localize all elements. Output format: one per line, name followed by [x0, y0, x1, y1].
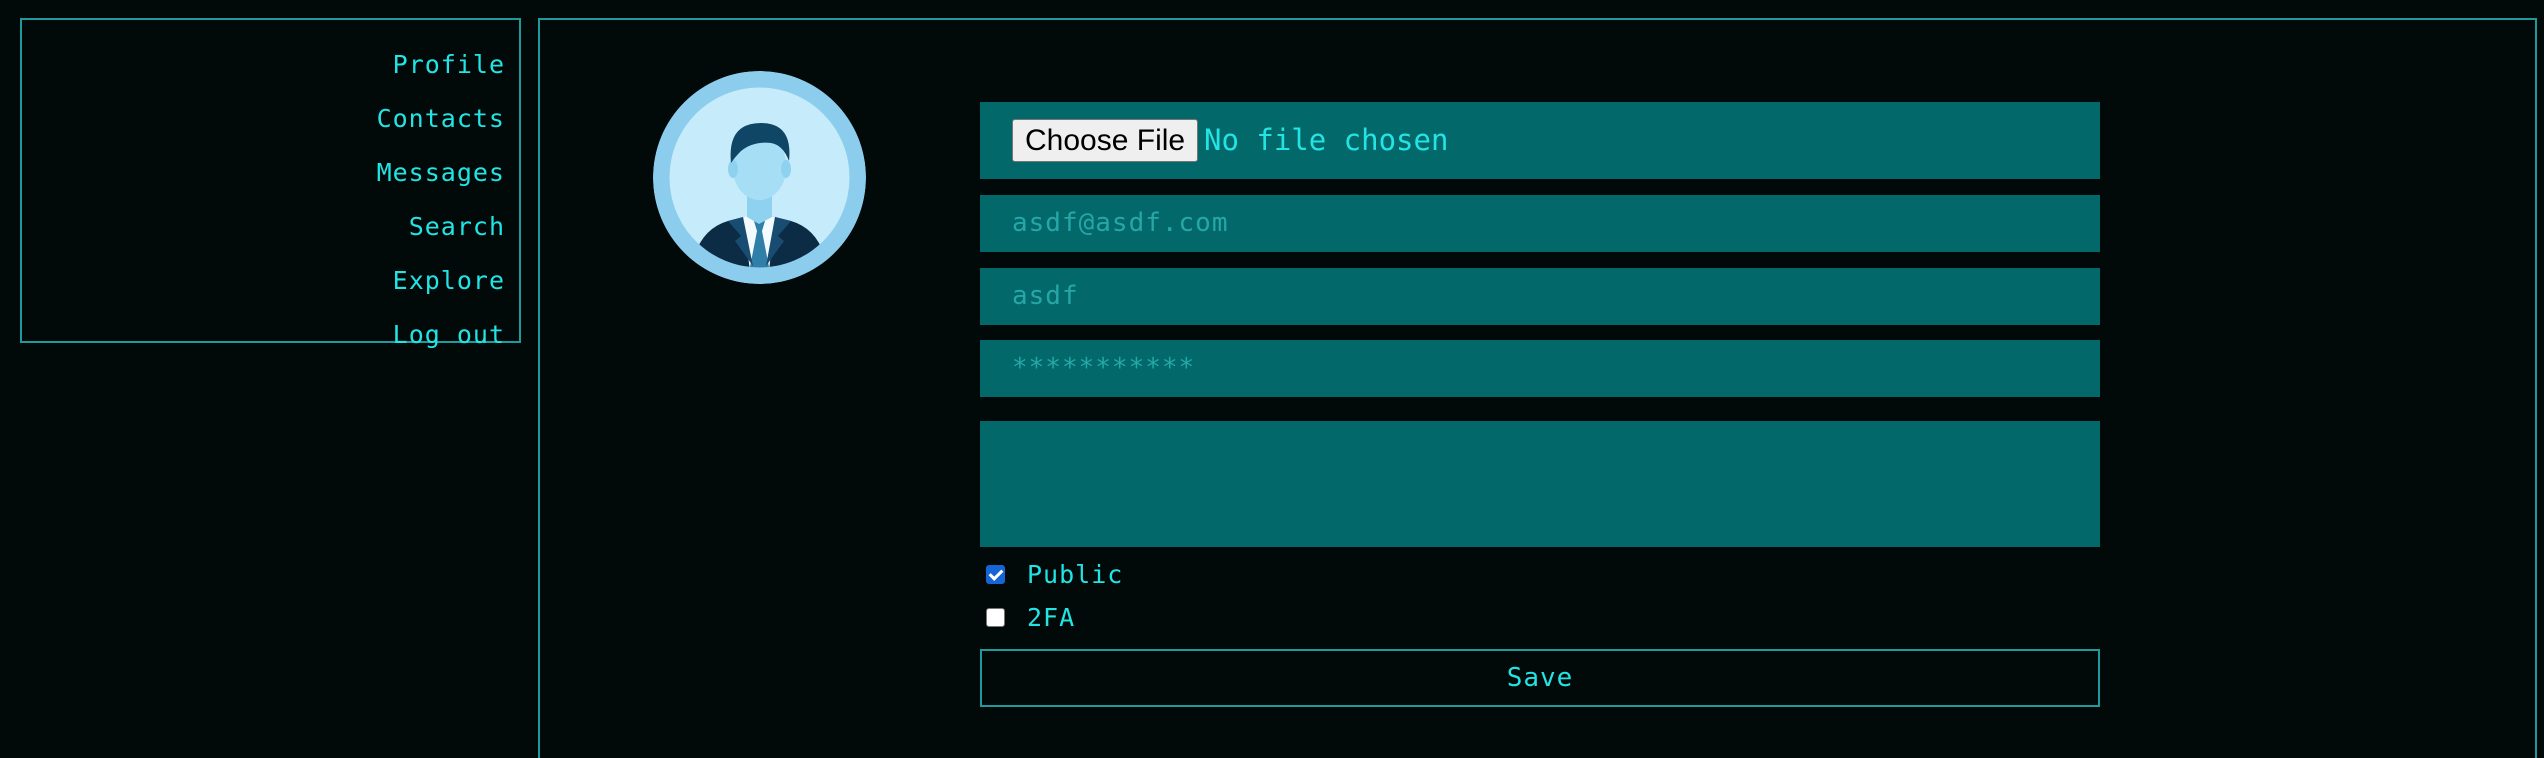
sidebar-nav: Profile Contacts Messages Search Explore… — [20, 18, 521, 349]
file-status-text: No file chosen — [1204, 123, 1449, 157]
choose-file-button[interactable]: Choose File — [1012, 119, 1199, 162]
username-field[interactable]: asdf — [980, 268, 2100, 325]
public-label: Public — [1027, 559, 1124, 589]
public-option: Public — [986, 558, 1123, 590]
twofa-label: 2FA — [1027, 602, 1076, 632]
bio-textarea[interactable] — [980, 421, 2100, 547]
twofa-checkbox[interactable] — [986, 607, 1005, 627]
email-value: asdf@asdf.com — [1012, 208, 1229, 238]
nav-item-contacts[interactable]: Contacts — [377, 99, 505, 139]
password-value: *********** — [1012, 353, 1196, 383]
nav-item-profile[interactable]: Profile — [393, 45, 505, 85]
email-field[interactable]: asdf@asdf.com — [980, 195, 2100, 252]
username-value: asdf — [1012, 281, 1079, 311]
save-button[interactable]: Save — [980, 649, 2100, 707]
avatar-file-field: Choose File No file chosen — [980, 102, 2100, 179]
user-avatar-icon — [653, 71, 866, 284]
nav-item-explore[interactable]: Explore — [393, 261, 505, 301]
public-checkbox[interactable] — [986, 564, 1005, 584]
twofa-option: 2FA — [986, 601, 1075, 633]
nav-item-search[interactable]: Search — [409, 207, 505, 247]
nav-item-log-out[interactable]: Log out — [393, 315, 505, 355]
password-field[interactable]: *********** — [980, 340, 2100, 397]
nav-item-messages[interactable]: Messages — [377, 153, 505, 193]
